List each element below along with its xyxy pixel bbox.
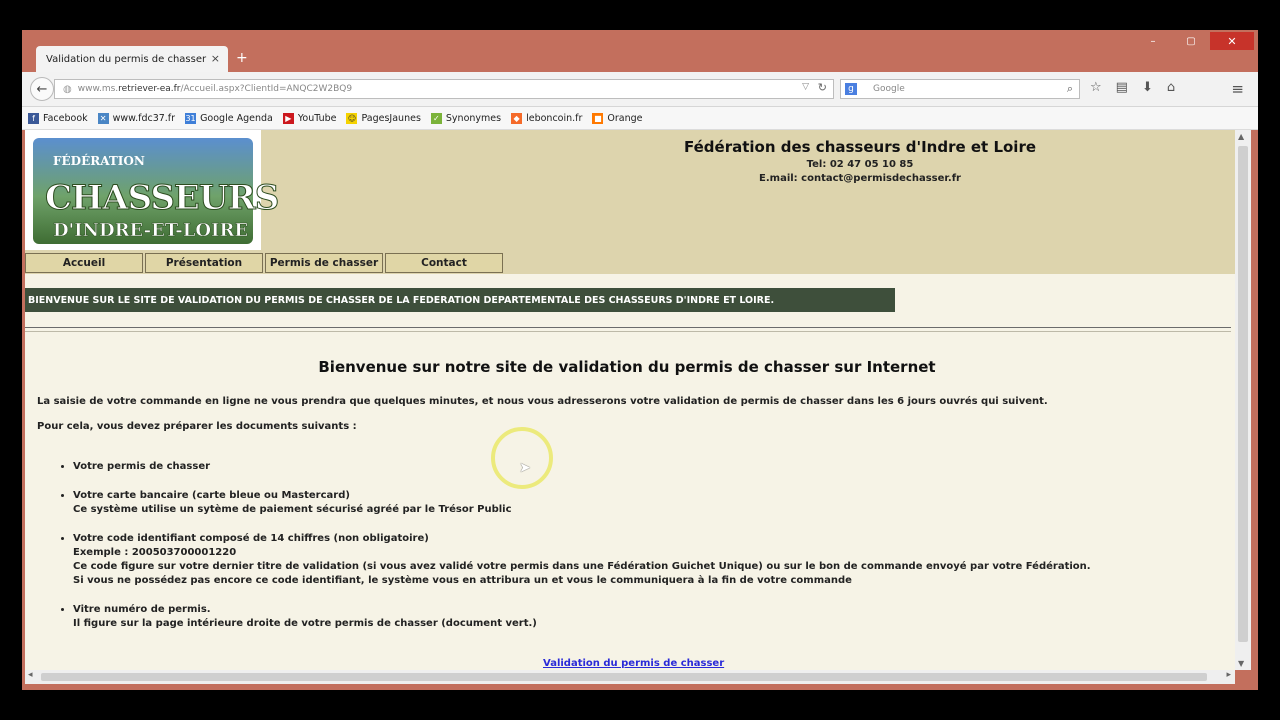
item-line: Vitre numéro de permis. xyxy=(73,604,211,615)
prep-text: Pour cela, vous devez préparer les docum… xyxy=(37,421,357,432)
list-item: Votre code identifiant composé de 14 chi… xyxy=(73,532,1217,588)
bookmark-label: Google Agenda xyxy=(200,112,273,124)
site-email: E.mail: contact@permisdechasser.fr xyxy=(759,173,961,184)
bookmark-item[interactable]: ✓ Synonymes xyxy=(430,112,502,124)
bookmark-item[interactable]: ✕ www.fdc37.fr xyxy=(97,112,176,124)
tab-title: Validation du permis de chasser xyxy=(46,53,207,65)
documents-list: Votre permis de chasser Votre carte banc… xyxy=(37,460,1217,631)
list-item: Vitre numéro de permis. Il figure sur la … xyxy=(73,603,1217,631)
facebook-icon: f xyxy=(28,112,39,124)
logo-text: CHASSEURS xyxy=(44,178,279,219)
bookmark-item[interactable]: ◆ leboncoin.fr xyxy=(511,112,583,124)
nav-toolbar: ← ◍ www.ms. retriever-ea.fr/Accueil.aspx?… xyxy=(22,72,1258,107)
search-bar[interactable]: g Google ⌕ xyxy=(840,79,1080,99)
url-bar[interactable]: ◍ www.ms. retriever-ea.fr/Accueil.aspx?Cl… xyxy=(54,79,834,99)
bookmark-label: www.fdc37.fr xyxy=(112,112,176,124)
bookmarks-menu-icon[interactable]: ▤ xyxy=(1116,80,1128,95)
browser-window: – ▢ ✕ Validation du permis de chasser × … xyxy=(22,30,1258,690)
bookmarks-bar: f Facebook ✕ www.fdc37.fr 31 Google Agenda … xyxy=(22,107,1258,130)
page-title: Bienvenue sur notre site de validation d… xyxy=(318,358,936,376)
url-prefix: www.ms. xyxy=(77,84,119,94)
main-content: Bienvenue sur notre site de validation d… xyxy=(37,358,1217,646)
back-button[interactable]: ← xyxy=(30,77,54,101)
leboncoin-icon: ◆ xyxy=(511,112,523,124)
item-line: Si vous ne possédez pas encore ce code i… xyxy=(73,575,852,586)
item-line: Ce code figure sur votre dernier titre d… xyxy=(73,561,1091,572)
item-line: Votre carte bancaire (carte bleue ou Mas… xyxy=(73,490,350,501)
bookmark-star-icon[interactable]: ☆ xyxy=(1090,80,1102,95)
new-tab-button[interactable]: + xyxy=(236,50,248,66)
item-line: Votre permis de chasser xyxy=(73,461,211,472)
synonymes-icon: ✓ xyxy=(430,112,442,124)
nav-permis[interactable]: Permis de chasser xyxy=(265,253,383,273)
bookmark-item[interactable]: 31 Google Agenda xyxy=(185,112,273,124)
logo-text: FÉDÉRATION xyxy=(53,154,145,168)
bookmark-label: leboncoin.fr xyxy=(526,112,583,124)
youtube-icon: ▶ xyxy=(282,112,294,124)
bookmark-label: PagesJaunes xyxy=(361,112,421,124)
url-dropdown-icon[interactable]: ▽ xyxy=(802,82,809,92)
scroll-up-icon[interactable]: ▲ xyxy=(1238,132,1244,141)
calendar-icon: 31 xyxy=(185,112,197,124)
welcome-banner: BIENVENUE SUR LE SITE DE VALIDATION DU P… xyxy=(25,288,895,312)
orange-icon: ■ xyxy=(592,112,604,124)
site-title: Fédération des chasseurs d'Indre et Loir… xyxy=(683,138,1037,156)
search-icon[interactable]: ⌕ xyxy=(1067,82,1073,96)
tab-strip: Validation du permis de chasser × + xyxy=(22,44,1258,72)
tab-active[interactable]: Validation du permis de chasser × xyxy=(36,46,228,72)
bookmark-item[interactable]: ■ Orange xyxy=(592,112,643,124)
horizontal-scrollbar[interactable]: ◂ ▸ xyxy=(25,670,1235,684)
bookmark-label: YouTube xyxy=(297,112,337,124)
bookmark-item[interactable]: f Facebook xyxy=(28,112,88,124)
search-placeholder: Google xyxy=(873,84,905,94)
back-arrow-icon: ← xyxy=(36,81,48,97)
site-contact-info: Fédération des chasseurs d'Indre et Loir… xyxy=(585,138,1135,184)
site-phone: Tel: 02 47 05 10 85 xyxy=(806,159,914,170)
download-icon[interactable]: ⬇ xyxy=(1142,80,1153,95)
bookmark-label: Facebook xyxy=(43,112,88,124)
pagesjaunes-icon: ☺ xyxy=(346,112,358,124)
cursor-highlight xyxy=(491,427,553,489)
divider xyxy=(25,327,1231,332)
bookmark-label: Orange xyxy=(607,112,643,124)
intro-text: La saisie de votre commande en ligne ne … xyxy=(37,396,1048,407)
home-icon[interactable]: ⌂ xyxy=(1167,80,1175,95)
site-nav: Accueil Présentation Permis de chasser C… xyxy=(25,253,505,273)
scroll-left-icon[interactable]: ◂ xyxy=(28,670,33,680)
tab-close-icon[interactable]: × xyxy=(211,52,220,65)
bookmark-item[interactable]: ☺ PagesJaunes xyxy=(346,112,421,124)
bookmark-label: Synonymes xyxy=(445,112,502,124)
page-viewport: FÉDÉRATION CHASSEURS D'INDRE-ET-LOIRE Fé… xyxy=(25,130,1235,670)
item-line: Il figure sur la page intérieure droite … xyxy=(73,618,537,629)
site-logo[interactable]: FÉDÉRATION CHASSEURS D'INDRE-ET-LOIRE xyxy=(25,130,280,250)
url-domain: retriever-ea.fr xyxy=(118,84,181,94)
mouse-cursor-icon: ➤ xyxy=(519,460,531,476)
reload-icon[interactable]: ↻ xyxy=(818,81,827,94)
toolbar-icons: ☆ ▤ ⬇ ⌂ xyxy=(1090,80,1175,95)
logo-image: FÉDÉRATION CHASSEURS D'INDRE-ET-LOIRE xyxy=(33,138,280,244)
google-engine-icon[interactable]: g xyxy=(845,83,857,95)
fdc37-icon: ✕ xyxy=(97,112,109,124)
nav-presentation[interactable]: Présentation xyxy=(145,253,263,273)
nav-accueil[interactable]: Accueil xyxy=(25,253,143,273)
item-line: Votre code identifiant composé de 14 chi… xyxy=(73,533,429,544)
nav-contact[interactable]: Contact xyxy=(385,253,503,273)
logo-text: D'INDRE-ET-LOIRE xyxy=(53,220,249,242)
validation-link[interactable]: Validation du permis de chasser xyxy=(543,658,724,669)
url-path: /Accueil.aspx?ClientId=ANQC2W2BQ9 xyxy=(180,84,353,94)
item-line: Exemple : 200503700001220 xyxy=(73,547,237,558)
item-line: Ce système utilise un sytème de paiement… xyxy=(73,504,512,515)
hamburger-menu-icon[interactable]: ≡ xyxy=(1231,80,1244,98)
list-item: Votre carte bancaire (carte bleue ou Mas… xyxy=(73,489,1217,517)
globe-icon: ◍ xyxy=(63,83,72,95)
scroll-thumb[interactable] xyxy=(41,673,1207,681)
scroll-right-icon[interactable]: ▸ xyxy=(1226,670,1231,680)
bookmark-item[interactable]: ▶ YouTube xyxy=(282,112,337,124)
vertical-scrollbar[interactable]: ▲ ▼ xyxy=(1235,130,1251,670)
scroll-down-icon[interactable]: ▼ xyxy=(1238,659,1244,668)
site-header: FÉDÉRATION CHASSEURS D'INDRE-ET-LOIRE Fé… xyxy=(25,130,1235,274)
list-item: Votre permis de chasser xyxy=(73,460,1217,474)
scroll-thumb[interactable] xyxy=(1238,146,1248,642)
